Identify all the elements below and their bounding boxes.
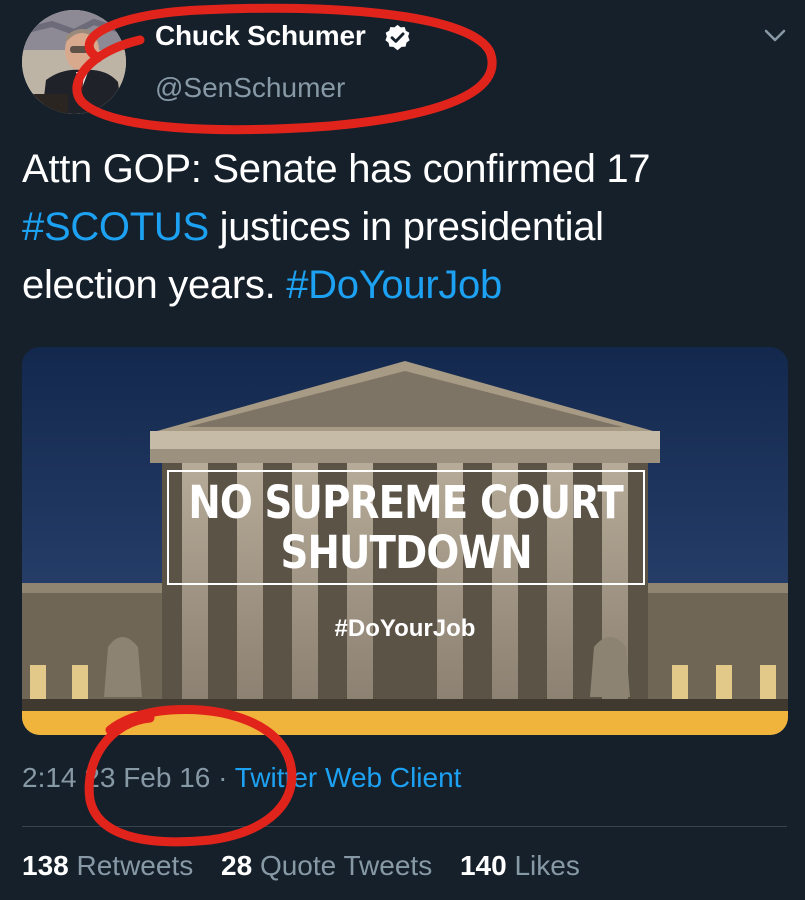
card-headline-line1: NO SUPREME COURT [188,475,624,529]
divider [22,826,787,827]
card-hashtag: #DoYourJob [334,615,476,642]
meta-separator: · [218,762,228,793]
tweet-image-card[interactable]: NO SUPREME COURT SHUTDOWN #DoYourJob [22,347,788,735]
tweet-screenshot: Chuck Schumer @SenSchumer Attn GOP: Sena… [0,0,805,900]
quote-tweets-count: 28 [221,850,253,881]
hashtag-doyourjob-link[interactable]: #DoYourJob [286,263,502,307]
tweet-time[interactable]: 2:14 [22,762,77,793]
card-headline-line2: SHUTDOWN [280,525,532,579]
chevron-down-icon[interactable] [763,28,787,44]
verified-badge-icon [385,24,410,51]
tweet-timestamp-row: 2:14 23 Feb 16 · Twitter Web Client [22,762,461,794]
tweet-text: Attn GOP: Senate has confirmed 17 #SCOTU… [22,140,792,314]
likes-label: Likes [514,850,580,881]
tweet-client-link[interactable]: Twitter Web Client [235,762,462,793]
hashtag-scotus-link[interactable]: #SCOTUS [22,205,209,249]
author-handle[interactable]: @SenSchumer [155,72,345,104]
tweet-date[interactable]: 23 Feb 16 [84,762,210,793]
author-name[interactable]: Chuck Schumer [155,20,366,52]
avatar-image [22,10,126,114]
tweet-text-line1: Attn GOP: Senate has confirmed 17 [22,147,651,191]
tweet-stats: 138 Retweets 28 Quote Tweets 140 Likes [22,850,600,882]
likes-stat[interactable]: 140 Likes [460,850,580,882]
tweet-text-line2: justices in presidential [208,205,604,249]
retweets-stat[interactable]: 138 Retweets [22,850,193,882]
tweet-text-line3: election years. [22,263,287,307]
retweets-label: Retweets [76,850,194,881]
likes-count: 140 [459,850,507,881]
avatar[interactable] [22,10,126,114]
card-headline-box: NO SUPREME COURT SHUTDOWN [167,470,645,585]
retweets-count: 138 [22,850,69,881]
quote-tweets-stat[interactable]: 28 Quote Tweets [221,850,432,882]
quote-tweets-label: Quote Tweets [259,850,433,881]
